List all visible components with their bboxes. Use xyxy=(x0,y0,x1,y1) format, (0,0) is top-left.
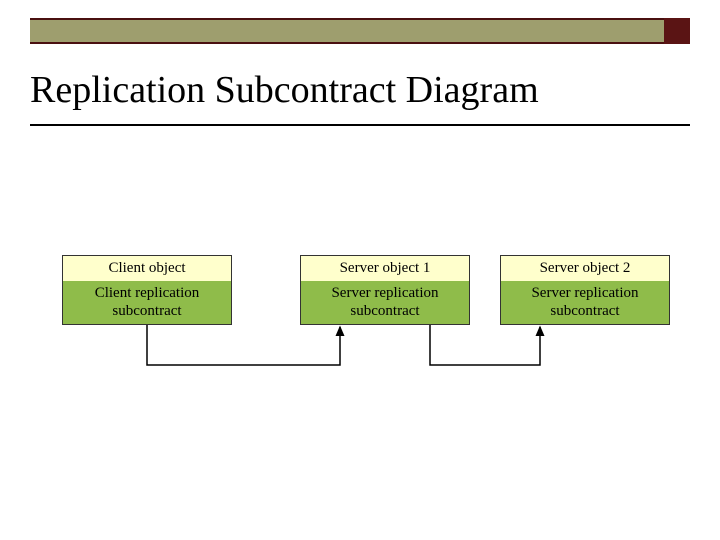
connector-lines xyxy=(0,255,720,455)
connector-server1-to-server2 xyxy=(430,325,540,365)
header-band xyxy=(30,18,690,44)
header-corner-square xyxy=(664,18,690,44)
connector-client-to-server1 xyxy=(147,325,340,365)
page-title: Replication Subcontract Diagram xyxy=(30,68,690,126)
